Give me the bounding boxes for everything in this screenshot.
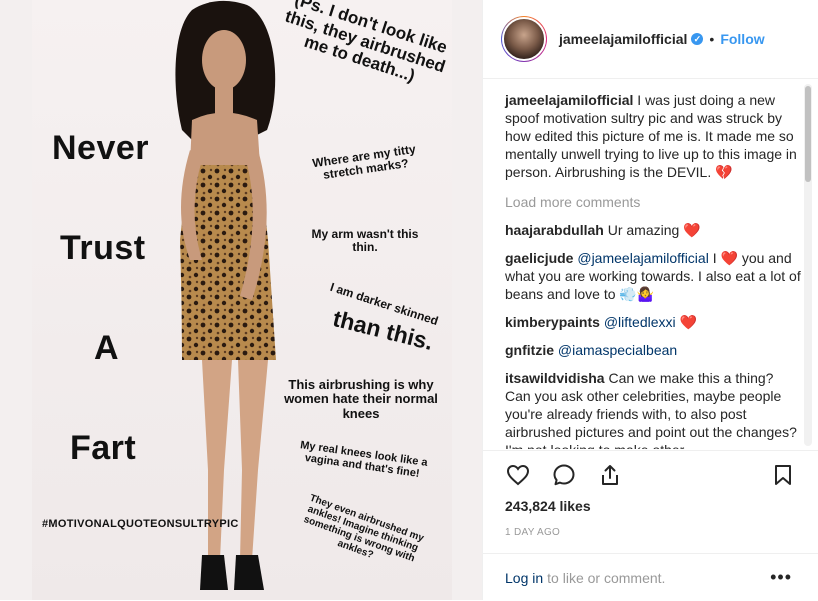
heart-icon[interactable] [505, 462, 531, 488]
overlay-note-arm: My arm wasn't this thin. [311, 227, 419, 255]
comment-text: Ur amazing [607, 222, 680, 238]
login-prompt-text: to like or comment. [547, 569, 666, 586]
avatar[interactable] [501, 16, 547, 62]
action-bar [483, 450, 818, 499]
heart-emoji: ❤️ [679, 314, 697, 330]
caption-username[interactable]: jameelajamilofficial [505, 92, 633, 108]
avatar-image [502, 17, 546, 61]
comment-text: I [712, 250, 717, 266]
load-more-comments-button[interactable]: Load more comments [505, 193, 801, 211]
comment-mention[interactable]: @liftedlexxi [604, 314, 676, 330]
comment-item: gnfitzie @iamaspecialbean [505, 341, 801, 359]
likes-count[interactable]: 243,824 likes [505, 498, 591, 514]
comments-list[interactable]: jameelajamilofficial I was just doing a … [483, 79, 801, 449]
heart-emoji: ❤️ [683, 222, 701, 238]
follow-button[interactable]: Follow [720, 31, 764, 47]
overlay-word-trust: Trust [60, 229, 146, 267]
overlay-note-knees: This airbrushing is why women hate their… [284, 377, 438, 421]
overlay-word-fart: Fart [70, 429, 137, 467]
comment-username[interactable]: gnfitzie [505, 342, 554, 358]
comment-item: gaelicjude @jameelajamilofficial I ❤️ yo… [505, 249, 801, 303]
comment-username[interactable]: gaelicjude [505, 250, 573, 266]
emoji-dash-shrug: 💨🤷‍♀️ [619, 286, 655, 302]
post-image[interactable]: Never Trust A Fart (Ps. I don't look lik… [32, 0, 452, 600]
broken-heart-emoji: 💔 [715, 164, 733, 180]
overlay-hashtag: #MOTIVONALQUOTEONSULTRYPIC [42, 518, 239, 530]
post-image-pane: Never Trust A Fart (Ps. I don't look lik… [0, 0, 483, 600]
comment-username[interactable]: itsawildvidisha [505, 370, 605, 386]
comments-scrollbar[interactable] [804, 84, 812, 446]
post-timestamp: 1 DAY AGO [505, 527, 561, 538]
comment-mention[interactable]: @jameelajamilofficial [577, 250, 708, 266]
share-icon[interactable] [597, 462, 623, 488]
comment-username[interactable]: haajarabdullah [505, 222, 604, 238]
login-bar: Log in to like or comment. ••• [483, 553, 818, 601]
post-header: jameelajamilofficial ✓ • Follow [483, 0, 818, 79]
comment-icon[interactable] [551, 462, 577, 488]
comment-mention[interactable]: @iamaspecialbean [558, 342, 677, 358]
header-separator: • [709, 31, 715, 47]
comment-item: haajarabdullah Ur amazing ❤️ [505, 221, 801, 239]
bookmark-icon[interactable] [770, 462, 796, 488]
post-side-panel: jameelajamilofficial ✓ • Follow jameelaj… [483, 0, 818, 600]
verified-badge-icon: ✓ [691, 33, 704, 45]
heart-emoji: ❤️ [720, 250, 738, 266]
comment-item: kimberypaints @liftedlexxi ❤️ [505, 313, 801, 331]
caption-comment: jameelajamilofficial I was just doing a … [505, 91, 801, 181]
overlay-word-a: A [94, 329, 120, 367]
more-options-icon[interactable]: ••• [770, 567, 792, 588]
comment-username[interactable]: kimberypaints [505, 314, 600, 330]
comment-item: itsawildvidisha Can we make this a thing… [505, 369, 801, 449]
overlay-word-never: Never [52, 129, 150, 167]
header-username[interactable]: jameelajamilofficial [559, 31, 687, 47]
scrollbar-thumb[interactable] [805, 86, 811, 182]
login-link[interactable]: Log in [505, 570, 543, 586]
